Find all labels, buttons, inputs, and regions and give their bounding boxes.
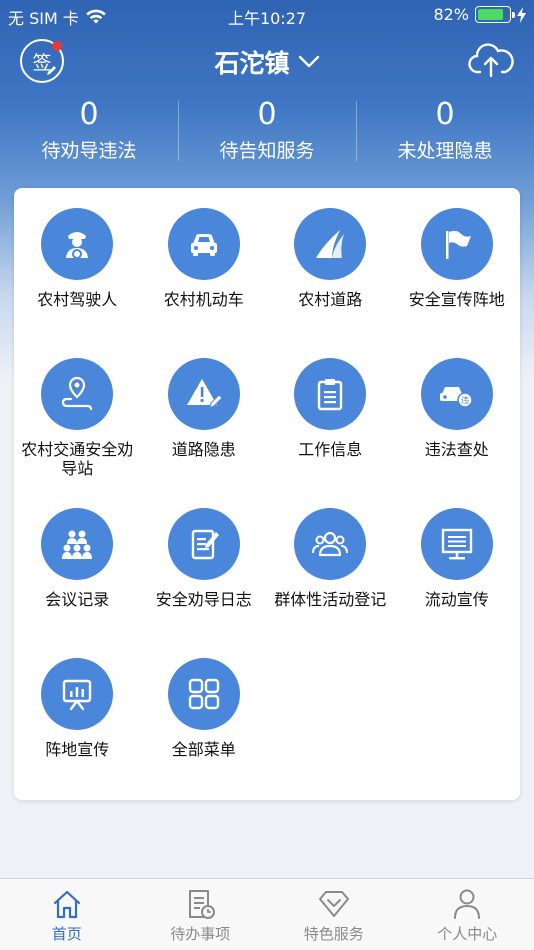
tab-bar: 首页 待办事项 特色服务 个人中心 (0, 878, 534, 950)
driver-icon (66, 232, 89, 259)
menu-item-base-promo[interactable]: 阵地宣传 (14, 658, 141, 808)
stat-pending-services[interactable]: 0 待告知服务 (178, 95, 356, 170)
menu-item-label: 农村道路 (298, 290, 363, 309)
menu-item-meeting-record[interactable]: 会议记录 (14, 508, 141, 658)
tab-label: 待办事项 (170, 925, 231, 943)
status-right: 82% (433, 5, 526, 24)
car-icon (190, 234, 217, 256)
town-selector[interactable]: 石沱镇 (0, 44, 534, 80)
violation-car-icon: 违 (439, 387, 473, 408)
menu-item-rural-driver[interactable]: 农村驾驶人 (14, 208, 141, 358)
log-edit-icon (191, 529, 219, 560)
stats-summary: 0 待劝导违法 0 待告知服务 0 未处理隐患 (0, 95, 534, 170)
clipboard-icon (318, 379, 343, 411)
chevron-down-icon (298, 55, 319, 68)
battery-percent: 82% (433, 5, 469, 24)
stat-value: 0 (435, 97, 455, 132)
menu-item-label: 违法查处 (424, 440, 489, 459)
tab-home[interactable]: 首页 (0, 879, 134, 950)
menu-item-label: 农村交通安全劝导站 (21, 440, 134, 478)
tab-profile[interactable]: 个人中心 (401, 879, 534, 950)
page-title: 石沱镇 (214, 49, 290, 78)
route-location-icon (62, 376, 93, 411)
menu-item-safety-station[interactable]: 农村交通安全劝导站 (14, 358, 141, 508)
menu-item-label: 安全劝导日志 (155, 590, 252, 609)
tab-todo[interactable]: 待办事项 (134, 879, 268, 950)
svg-text:违: 违 (461, 396, 469, 405)
stat-label: 未处理隐患 (397, 140, 493, 162)
hazard-warning-icon (186, 379, 223, 409)
tab-label: 特色服务 (303, 925, 364, 943)
stat-label: 待告知服务 (219, 140, 315, 162)
home-icon (53, 890, 80, 919)
menu-item-rural-road[interactable]: 农村道路 (267, 208, 394, 358)
menu-item-label: 会议记录 (45, 590, 110, 609)
menu-item-road-hazard[interactable]: 道路隐患 (141, 358, 268, 508)
menu-item-safety-log[interactable]: 安全劝导日志 (141, 508, 268, 658)
tab-label: 个人中心 (437, 925, 498, 943)
stat-pending-violations[interactable]: 0 待劝导违法 (0, 95, 178, 170)
stat-value: 0 (79, 97, 99, 132)
menu-item-all-menus[interactable]: 全部菜单 (141, 658, 268, 808)
menu-item-label: 农村驾驶人 (37, 290, 118, 309)
person-icon (454, 889, 481, 919)
status-bar: 无 SIM 卡 上午10:27 82% (0, 0, 534, 30)
meeting-people-icon (62, 530, 93, 559)
menu-item-label: 群体性活动登记 (274, 590, 387, 609)
grid-menu-icon (188, 678, 219, 710)
stat-unhandled-hazards[interactable]: 0 未处理隐患 (356, 95, 534, 170)
flag-icon (445, 230, 471, 259)
group-icon (312, 531, 349, 557)
road-icon (316, 230, 345, 258)
easel-chart-icon (63, 679, 92, 711)
menu-item-label: 阵地宣传 (45, 740, 110, 759)
menu-item-label: 安全宣传阵地 (408, 290, 505, 309)
stat-label: 待劝导违法 (41, 140, 137, 162)
battery-icon (475, 6, 515, 23)
charging-bolt-icon (517, 6, 526, 23)
presentation-board-icon (441, 528, 472, 560)
menu-item-label: 流动宣传 (424, 590, 489, 609)
diamond-icon (318, 891, 349, 917)
tab-featured-services[interactable]: 特色服务 (267, 879, 401, 950)
menu-item-label: 农村机动车 (163, 290, 244, 309)
tab-label: 首页 (51, 925, 82, 943)
menu-item-label: 全部菜单 (171, 740, 236, 759)
menu-item-label: 工作信息 (298, 440, 363, 459)
menu-item-safety-promo-base[interactable]: 安全宣传阵地 (394, 208, 521, 358)
cloud-upload-icon[interactable] (468, 40, 514, 80)
menu-item-violation-handling[interactable]: 违 违法查处 (394, 358, 521, 508)
menu-item-label: 道路隐患 (171, 440, 236, 459)
menu-item-mobile-promo[interactable]: 流动宣传 (394, 508, 521, 658)
menu-item-rural-vehicle[interactable]: 农村机动车 (141, 208, 268, 358)
stat-value: 0 (257, 97, 277, 132)
menu-item-work-info[interactable]: 工作信息 (267, 358, 394, 508)
nav-bar: 签 石沱镇 (0, 30, 534, 92)
menu-grid: 农村驾驶人 农村机动车 农村道路 安全宣传阵地 农村交通安全劝导站 道路隐患 工… (14, 208, 520, 808)
menu-item-group-activity[interactable]: 群体性活动登记 (267, 508, 394, 658)
menu-card: 农村驾驶人 农村机动车 农村道路 安全宣传阵地 农村交通安全劝导站 道路隐患 工… (14, 188, 520, 800)
todo-document-icon (189, 890, 216, 919)
